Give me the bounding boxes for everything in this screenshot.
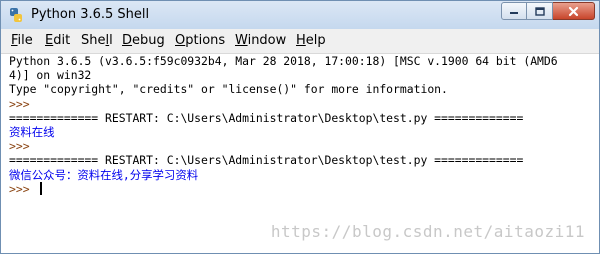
banner-line: Python 3.6.5 (v3.6.5:f59c0932b4, Mar 28 … (9, 54, 558, 68)
menu-help[interactable]: Help (296, 33, 326, 48)
shell-text-area[interactable]: Python 3.6.5 (v3.6.5:f59c0932b4, Mar 28 … (9, 54, 589, 250)
python-logo-icon (10, 8, 22, 22)
maximize-icon (534, 6, 545, 16)
prompt-line: >>> (9, 96, 37, 111)
menu-edit[interactable]: Edit (45, 33, 70, 48)
menu-edit-accel: E (45, 33, 54, 48)
menu-options[interactable]: Options (175, 33, 225, 48)
menu-file-label-post: ile (17, 33, 33, 48)
menu-debug-accel: D (122, 33, 133, 48)
minimize-icon (510, 12, 518, 14)
minimize-button[interactable] (501, 2, 527, 20)
menu-help-label-post: elp (305, 33, 326, 48)
menu-options-accel: O (175, 33, 186, 48)
window-title: Python 3.6.5 Shell (31, 7, 150, 22)
menu-help-accel: H (296, 33, 306, 48)
menu-shell-label-post: l (109, 33, 113, 48)
maximize-button[interactable] (527, 2, 553, 20)
close-icon (568, 6, 579, 16)
watermark: https://blog.csdn.net/aitaozi11 (270, 222, 585, 241)
menu-file[interactable]: File (11, 33, 33, 48)
menu-shell[interactable]: Shell (81, 33, 113, 48)
menu-debug[interactable]: Debug (122, 33, 165, 48)
restart-line: ============= RESTART: C:\Users\Administ… (9, 153, 524, 168)
window-controls (501, 2, 595, 22)
restart-line: ============= RESTART: C:\Users\Administ… (9, 110, 524, 125)
output-line: 微信公众号：资料在线,分享学习资料 (9, 167, 199, 182)
banner-line: 4)] on win32 (9, 68, 92, 83)
text-cursor (40, 181, 43, 195)
menu-options-label-post: ptions (185, 33, 226, 48)
menu-window[interactable]: Window (235, 33, 286, 48)
menu-window-label-post: indow (247, 33, 287, 48)
output-line: 资料在线 (9, 124, 55, 139)
active-prompt-line[interactable]: >>> (9, 181, 589, 196)
menu-edit-label-post: dit (53, 33, 71, 48)
menu-debug-label-post: ebug (132, 33, 165, 48)
close-button[interactable] (553, 2, 595, 20)
menu-shell-label-pre: She (81, 33, 106, 48)
menu-bar: File Edit Shell Debug Options Window Hel… (1, 29, 599, 54)
title-bar[interactable]: Python 3.6.5 Shell (1, 1, 599, 29)
python-shell-window: Python 3.6.5 Shell File Edit Shell Debug… (0, 0, 600, 254)
prompt-line: >>> (9, 139, 37, 154)
menu-window-accel: W (235, 33, 248, 48)
active-prompt: >>> (9, 181, 37, 196)
banner-line: Type "copyright", "credits" or "license(… (9, 82, 448, 97)
